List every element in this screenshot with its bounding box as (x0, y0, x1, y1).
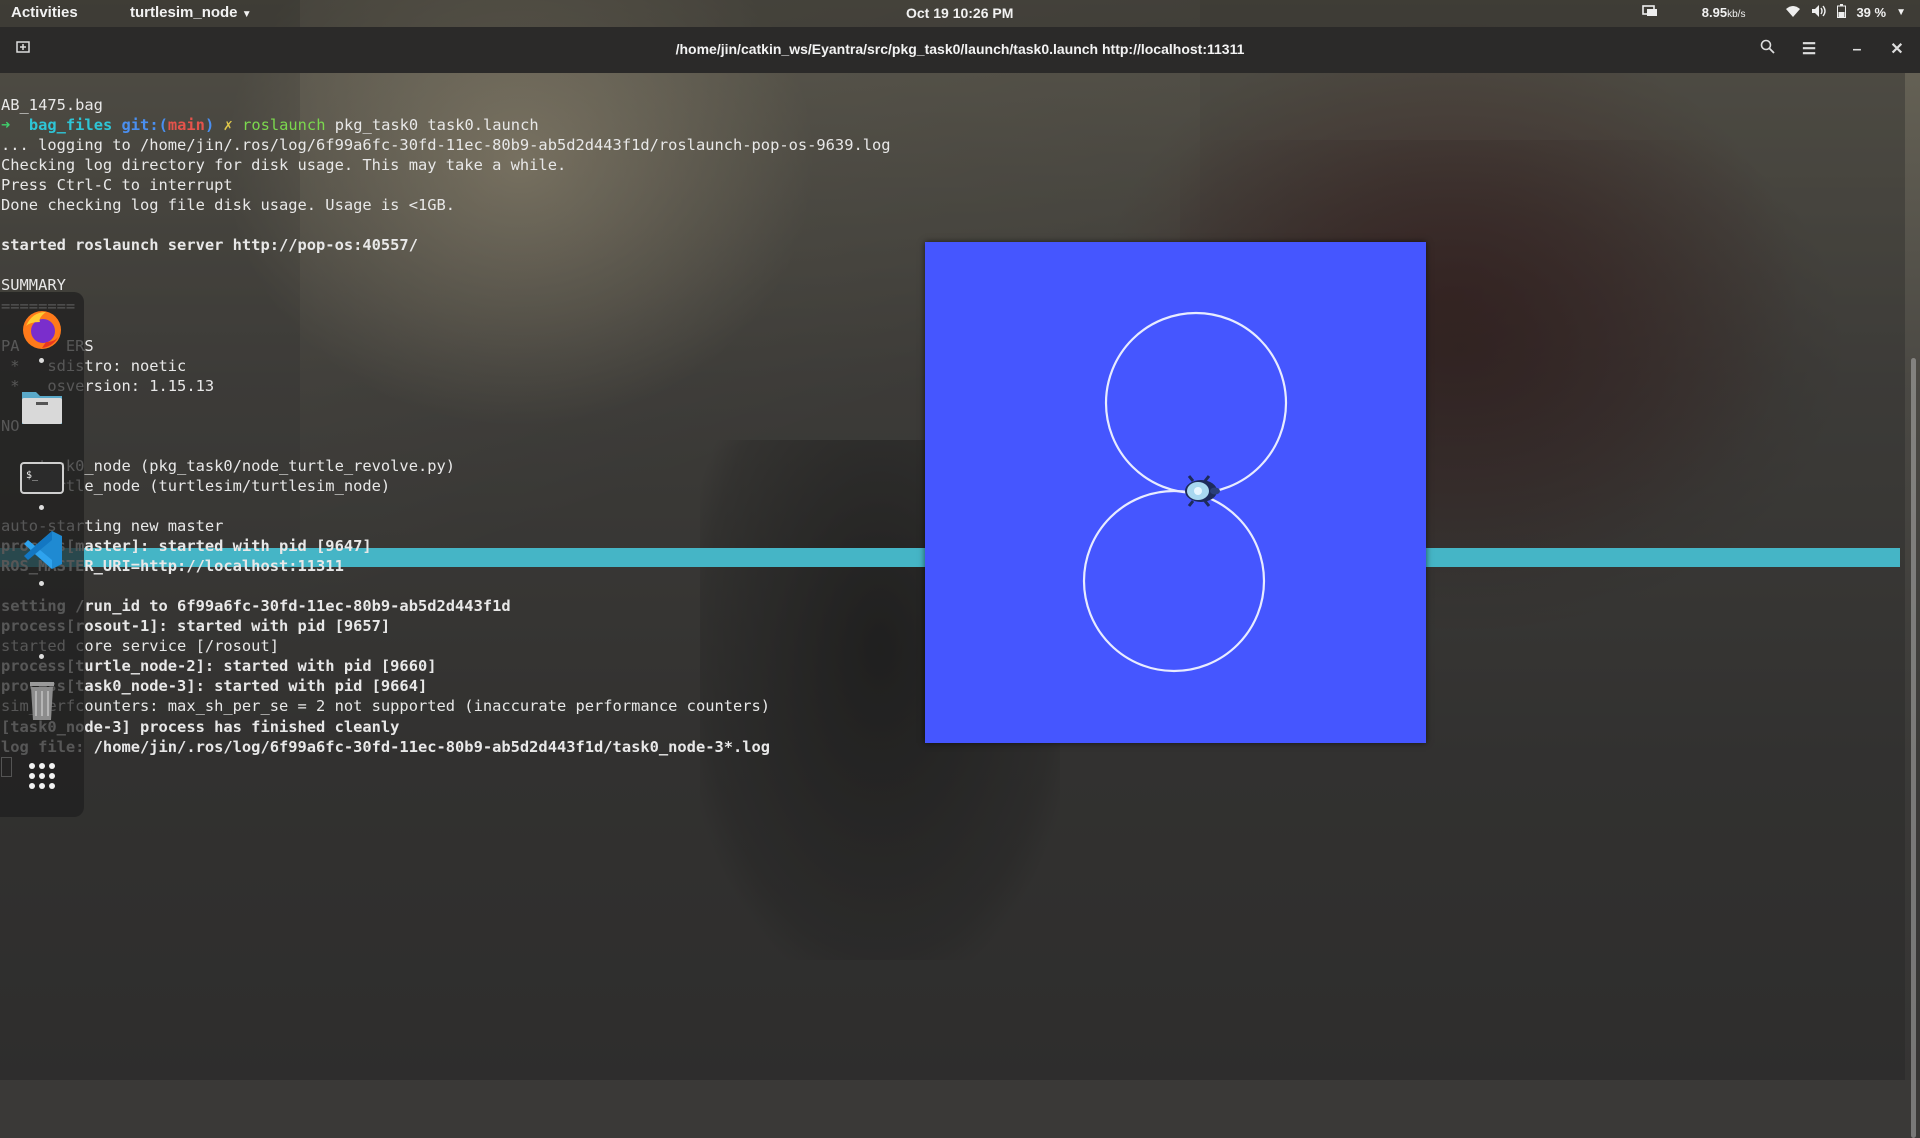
minimize-button[interactable]: – (1842, 35, 1872, 65)
terminal-line: task0_node (pkg_task0/node_turtle_revolv… (1, 456, 456, 475)
wifi-icon (1785, 5, 1801, 21)
terminal-line: started roslaunch server http://pop-os:4… (1, 236, 418, 255)
terminal-line: log file: /home/jin/.ros/log/6f99a6fc-30… (1, 737, 771, 756)
top-bar: Activities turtlesim_node ▼ Oct 19 10:26… (0, 0, 1920, 27)
terminal-line: Done checking log file disk usage. Usage… (1, 196, 456, 215)
activities-button[interactable]: Activities (11, 4, 78, 21)
app-grid-icon[interactable] (20, 754, 64, 798)
terminal-line: process[rosout-1]: started with pid [965… (1, 617, 391, 636)
terminal-prompt-line: ➜ bag_files git:(main) ✗ roslaunch pkg_t… (1, 116, 539, 135)
terminal-line: Checking log directory for disk usage. T… (1, 156, 567, 175)
battery-icon (1837, 4, 1847, 21)
terminal-header-bar: /home/jin/catkin_ws/Eyantra/src/pkg_task… (0, 27, 1920, 73)
svg-text:$_: $_ (26, 470, 39, 481)
search-icon (1760, 39, 1775, 54)
terminal-line: SUMMARY (1, 276, 66, 295)
app-menu-label: turtlesim_node (130, 4, 238, 21)
terminal-cursor-line (1, 757, 891, 778)
trash-icon[interactable] (20, 678, 64, 722)
minimize-icon: – (1852, 41, 1862, 58)
close-icon: ✕ (1890, 41, 1904, 58)
chevron-down-icon: ▼ (241, 9, 252, 20)
terminal-line: auto-starting new master (1, 517, 224, 536)
volume-icon (1811, 4, 1827, 21)
net-speed-indicator: 8.95kb/s (1702, 5, 1746, 20)
terminal-line: * osversion: 1.15.13 (1, 376, 215, 395)
net-speed-unit: kb/s (1727, 9, 1746, 20)
dock: $_ (0, 292, 84, 817)
terminal-line: AB_1475.bag (1, 96, 103, 115)
hamburger-menu-icon: ☰ (1801, 41, 1817, 58)
vscode-icon[interactable] (20, 528, 64, 572)
turtlesim-canvas (1082, 311, 1288, 673)
terminal-output: AB_1475.bag ➜ bag_files git:(main) ✗ rosl… (1, 75, 891, 817)
running-indicator (39, 358, 44, 363)
terminal-line: process[turtle_node-2]: started with pid… (1, 657, 437, 676)
terminal-line: started core service [/rosout] (1, 637, 279, 656)
chevron-down-icon: ▼ (1896, 7, 1906, 18)
terminal-line: [task0_node-3] process has finished clea… (1, 717, 400, 736)
close-button[interactable]: ✕ (1882, 35, 1912, 65)
menu-button[interactable]: ☰ (1794, 35, 1824, 65)
terminal-line: Press Ctrl-C to interrupt (1, 176, 233, 195)
files-icon[interactable] (20, 384, 64, 428)
clock-button[interactable]: Oct 19 10:26 PM (906, 5, 1013, 21)
turtle-trail-upper (1104, 311, 1288, 495)
terminal-line: ======== (1, 296, 891, 316)
terminal-line: ... logging to /home/jin/.ros/log/6f99a6… (1, 136, 891, 155)
terminal-line: PA ERS (1, 336, 891, 356)
terminal-line: turtle_node (turtlesim/turtlesim_node) (1, 476, 391, 495)
terminal-scrollbar[interactable] (1911, 358, 1916, 1138)
screen-share-icon[interactable] (1641, 4, 1658, 21)
app-menu-button[interactable]: turtlesim_node ▼ (130, 4, 252, 21)
terminal-line: sim_perfcounters: max_sh_per_se = 2 not … (1, 697, 771, 716)
turtlesim-window[interactable] (925, 242, 1426, 743)
terminal-line: process[master]: started with pid [9647] (1, 537, 372, 556)
terminal-line: setting /run_id to 6f99a6fc-30fd-11ec-80… (1, 597, 511, 616)
net-speed-value: 8.95 (1701, 5, 1728, 20)
terminal-title: /home/jin/catkin_ws/Eyantra/src/pkg_task… (675, 41, 1245, 57)
turtle-trail-lower (1082, 489, 1266, 673)
system-tray[interactable]: 8.95kb/s 39 % ▼ (1641, 4, 1906, 21)
terminal-line: NO (1, 416, 891, 436)
battery-percent: 39 % (1856, 5, 1887, 20)
running-indicator (39, 581, 44, 586)
terminal-icon[interactable]: $_ (20, 462, 64, 506)
terminal-line: process[task0_node-3]: started with pid … (1, 677, 428, 696)
terminal-line: * sdistro: noetic (1, 356, 187, 375)
running-indicator (39, 654, 44, 659)
running-indicator (39, 505, 44, 510)
firefox-icon[interactable] (20, 308, 64, 352)
terminal-line: ROS_MASTER_URI=http://localhost:11311 (1, 557, 344, 576)
search-button[interactable] (1752, 35, 1782, 65)
